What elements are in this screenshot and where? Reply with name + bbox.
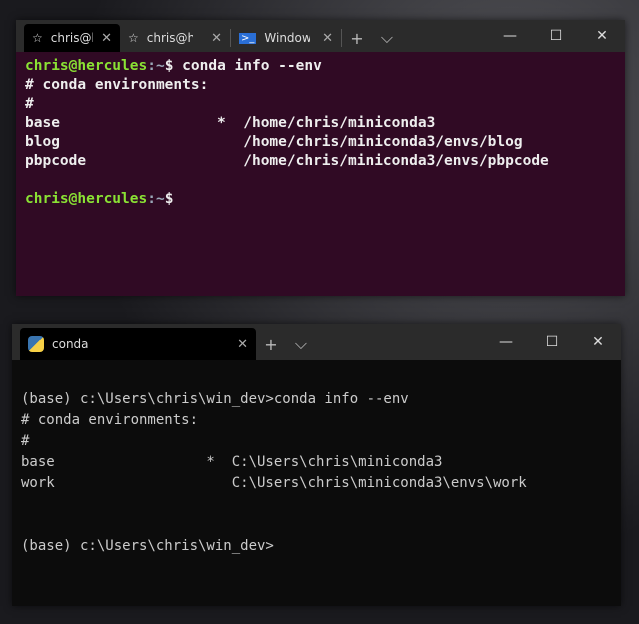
powershell-icon: >_ <box>239 32 257 44</box>
output-line: work C:\Users\chris\miniconda3\envs\work <box>21 475 527 491</box>
minimize-button[interactable]: — <box>483 324 529 360</box>
close-tab-icon[interactable]: ✕ <box>322 31 333 46</box>
dropdown-chevron-icon[interactable]: ⌵ <box>286 334 316 354</box>
new-tab-button[interactable]: + <box>342 29 372 48</box>
prompt-path: :~ <box>147 58 165 74</box>
tab-conda[interactable]: conda ✕ <box>20 328 256 360</box>
output-line: base * C:\Users\chris\miniconda3 <box>21 454 443 470</box>
close-tab-icon[interactable]: ✕ <box>101 31 112 46</box>
prompt-symbol: $ <box>164 191 174 207</box>
maximize-button[interactable]: ☐ <box>529 324 575 360</box>
output-line: blog /home/chris/miniconda3/envs/blog <box>25 134 523 150</box>
linux-icon: ☆ <box>128 31 139 45</box>
close-window-button[interactable]: ✕ <box>579 20 625 52</box>
new-tab-button[interactable]: + <box>256 335 286 354</box>
maximize-button[interactable]: ☐ <box>533 20 579 52</box>
tab-bar: conda ✕ + ⌵ — ☐ ✕ <box>12 324 621 360</box>
prompt-path: :~ <box>147 191 165 207</box>
wsl-terminal-window: ☆chris@hе✕ ☆chris@hе✕ >_Windows PowerShe… <box>16 20 625 296</box>
output-line: (base) c:\Users\chris\win_dev>conda info… <box>21 391 409 407</box>
output-line: base * /home/chris/miniconda3 <box>25 115 436 131</box>
output-line: pbpcode /home/chris/miniconda3/envs/pbpc… <box>25 153 549 169</box>
output-line: # conda environments: <box>21 412 199 428</box>
close-window-button[interactable]: ✕ <box>575 324 621 360</box>
output-line: # <box>25 96 34 112</box>
conda-terminal-window: conda ✕ + ⌵ — ☐ ✕ (base) c:\Users\chris\win… <box>12 324 621 606</box>
close-tab-icon[interactable]: ✕ <box>237 337 248 352</box>
output-line: # conda environments: <box>25 77 209 93</box>
prompt-user: chris@hercules <box>25 191 148 207</box>
tab-powershell[interactable]: >_Windows PowerShell✕ <box>231 24 341 52</box>
terminal-output[interactable]: chris@hercules:~$ conda info --env # con… <box>16 52 625 214</box>
linux-icon: ☆ <box>32 31 43 45</box>
command-text: conda info --env <box>173 58 322 74</box>
python-icon <box>28 336 44 352</box>
tab-chris-hercules-1[interactable]: ☆chris@hе✕ <box>24 24 120 52</box>
prompt-line: (base) c:\Users\chris\win_dev> <box>21 538 274 554</box>
dropdown-chevron-icon[interactable]: ⌵ <box>372 28 402 48</box>
tab-bar: ☆chris@hе✕ ☆chris@hе✕ >_Windows PowerShe… <box>16 20 625 52</box>
terminal-output[interactable]: (base) c:\Users\chris\win_dev>conda info… <box>12 360 621 586</box>
close-tab-icon[interactable]: ✕ <box>211 31 222 46</box>
prompt-user: chris@hercules <box>25 58 148 74</box>
output-line: # <box>21 433 30 449</box>
minimize-button[interactable]: — <box>487 20 533 52</box>
tab-chris-hercules-2[interactable]: ☆chris@hе✕ <box>120 24 230 52</box>
